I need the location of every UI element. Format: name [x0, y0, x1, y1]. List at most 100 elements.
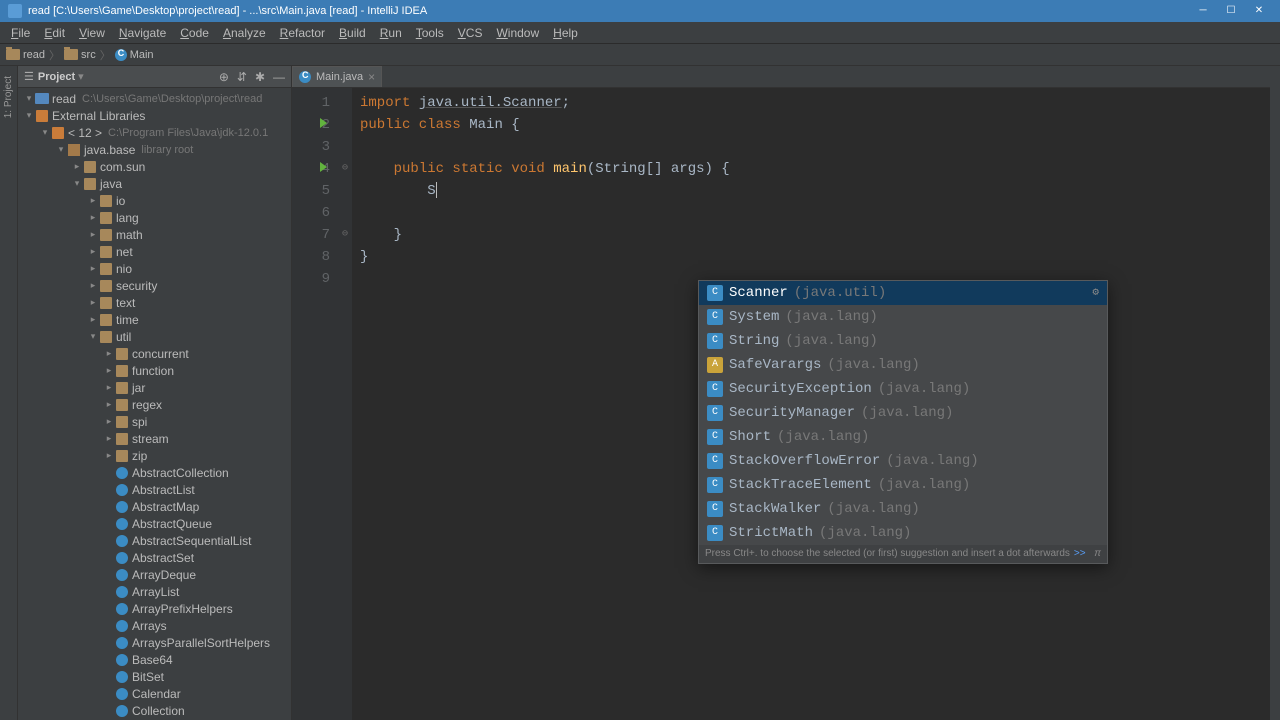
fold-marker-icon[interactable]: ⊖ [338, 224, 352, 246]
menu-code[interactable]: Code [173, 24, 216, 42]
menu-vcs[interactable]: VCS [451, 24, 490, 42]
tree-row[interactable]: Calendar [18, 685, 291, 702]
expand-chevron-icon[interactable]: ▸ [104, 365, 114, 376]
autocomplete-item[interactable]: CStackOverflowError(java.lang) [699, 449, 1107, 473]
tree-row[interactable]: ▸com.sun [18, 158, 291, 175]
autocomplete-hint-link[interactable]: >> [1074, 543, 1086, 565]
expand-chevron-icon[interactable]: ▸ [88, 280, 98, 291]
expand-chevron-icon[interactable]: ▸ [104, 348, 114, 359]
line-number[interactable]: 1 [292, 92, 330, 114]
autocomplete-item[interactable]: CSecurityManager(java.lang) [699, 401, 1107, 425]
tree-row[interactable]: ▸text [18, 294, 291, 311]
line-gutter[interactable]: 123456789 [292, 88, 338, 720]
line-number[interactable]: 5 [292, 180, 330, 202]
menu-help[interactable]: Help [546, 24, 585, 42]
fold-gutter[interactable]: ⊖⊖ [338, 88, 352, 720]
run-gutter-icon[interactable] [320, 162, 327, 172]
expand-chevron-icon[interactable]: ▸ [88, 314, 98, 325]
tree-row[interactable]: ▾java.baselibrary root [18, 141, 291, 158]
expand-chevron-icon[interactable]: ▸ [104, 433, 114, 444]
tree-row[interactable]: ArraysParallelSortHelpers [18, 634, 291, 651]
tree-row[interactable]: AbstractSequentialList [18, 532, 291, 549]
project-tool-tab[interactable]: 1: Project [3, 76, 14, 118]
locate-icon[interactable]: ⊕ [219, 70, 229, 84]
autocomplete-item[interactable]: CScanner(java.util)⚙ [699, 281, 1107, 305]
panel-dropdown-icon[interactable]: ☰ [24, 70, 34, 83]
menu-refactor[interactable]: Refactor [273, 24, 332, 42]
tree-row[interactable]: ▸regex [18, 396, 291, 413]
line-number[interactable]: 3 [292, 136, 330, 158]
tree-row[interactable]: ▸zip [18, 447, 291, 464]
breadcrumb-item[interactable]: src [64, 49, 96, 61]
editor[interactable]: 123456789 ⊖⊖ import java.util.Scanner;pu… [292, 88, 1270, 720]
tree-row[interactable]: AbstractQueue [18, 515, 291, 532]
tree-row[interactable]: AbstractMap [18, 498, 291, 515]
menu-analyze[interactable]: Analyze [216, 24, 273, 42]
tree-row[interactable]: ▸lang [18, 209, 291, 226]
panel-dropdown-chevron-icon[interactable]: ▾ [78, 70, 84, 83]
code-line[interactable]: public static void main(String[] args) { [360, 158, 730, 180]
menu-navigate[interactable]: Navigate [112, 24, 173, 42]
tree-row[interactable]: ▸stream [18, 430, 291, 447]
autocomplete-item[interactable]: CSystem(java.lang) [699, 305, 1107, 329]
line-number[interactable]: 7 [292, 224, 330, 246]
expand-chevron-icon[interactable]: ▸ [88, 212, 98, 223]
hide-icon[interactable]: — [273, 70, 285, 84]
code-line[interactable]: import java.util.Scanner; [360, 92, 730, 114]
tree-row[interactable]: ▸jar [18, 379, 291, 396]
line-number[interactable]: 6 [292, 202, 330, 224]
expand-chevron-icon[interactable]: ▸ [88, 229, 98, 240]
code-line[interactable]: public class Main { [360, 114, 730, 136]
line-number[interactable]: 8 [292, 246, 330, 268]
tree-row[interactable]: ▸nio [18, 260, 291, 277]
tree-row[interactable]: AbstractCollection [18, 464, 291, 481]
code-line[interactable]: } [360, 246, 730, 268]
autocomplete-item[interactable]: CStrictMath(java.lang) [699, 521, 1107, 545]
tree-row[interactable]: Arrays [18, 617, 291, 634]
tree-row[interactable]: ▾util [18, 328, 291, 345]
tree-row[interactable]: BitSet [18, 668, 291, 685]
expand-chevron-icon[interactable]: ▸ [72, 161, 82, 172]
expand-chevron-icon[interactable]: ▾ [24, 110, 34, 121]
tree-row[interactable]: ▸io [18, 192, 291, 209]
tree-row[interactable]: AbstractList [18, 481, 291, 498]
project-tree[interactable]: ▾readC:\Users\Game\Desktop\project\read▾… [18, 88, 291, 720]
expand-chevron-icon[interactable]: ▾ [40, 127, 50, 138]
expand-chevron-icon[interactable]: ▸ [88, 195, 98, 206]
tree-row[interactable]: ▸time [18, 311, 291, 328]
expand-chevron-icon[interactable]: ▸ [104, 382, 114, 393]
line-number[interactable]: 2 [292, 114, 330, 136]
autocomplete-item[interactable]: CString(java.lang) [699, 329, 1107, 353]
menu-view[interactable]: View [72, 24, 112, 42]
code-line[interactable] [360, 268, 730, 290]
autocomplete-item[interactable]: CSecurityException(java.lang) [699, 377, 1107, 401]
minimize-button[interactable]: ─ [1190, 2, 1216, 20]
autocomplete-item[interactable]: CStackTraceElement(java.lang) [699, 473, 1107, 497]
tree-row[interactable]: ▸net [18, 243, 291, 260]
expand-icon[interactable]: ⇵ [237, 70, 247, 84]
expand-chevron-icon[interactable]: ▸ [104, 450, 114, 461]
close-icon[interactable]: × [368, 70, 375, 84]
tree-row[interactable]: ArrayList [18, 583, 291, 600]
maximize-button[interactable]: ☐ [1218, 2, 1244, 20]
pin-icon[interactable]: ⚙ [1092, 282, 1099, 304]
menu-build[interactable]: Build [332, 24, 373, 42]
expand-chevron-icon[interactable]: ▾ [88, 331, 98, 342]
expand-chevron-icon[interactable]: ▸ [104, 416, 114, 427]
tree-row[interactable]: ▾< 12 >C:\Program Files\Java\jdk-12.0.1 [18, 124, 291, 141]
tree-row[interactable]: ▾java [18, 175, 291, 192]
autocomplete-item[interactable]: ASafeVarargs(java.lang) [699, 353, 1107, 377]
menu-run[interactable]: Run [373, 24, 409, 42]
tree-row[interactable]: ▾External Libraries [18, 107, 291, 124]
tree-row[interactable]: ▸function [18, 362, 291, 379]
code-line[interactable] [360, 136, 730, 158]
autocomplete-item[interactable]: CShort(java.lang) [699, 425, 1107, 449]
tree-row[interactable]: Base64 [18, 651, 291, 668]
menu-file[interactable]: File [4, 24, 37, 42]
editor-tab[interactable]: Main.java× [292, 66, 382, 87]
tree-row[interactable]: Collection [18, 702, 291, 719]
line-number[interactable]: 4 [292, 158, 330, 180]
settings-icon[interactable]: ✱ [255, 70, 265, 84]
close-button[interactable]: ✕ [1246, 2, 1272, 20]
expand-chevron-icon[interactable]: ▾ [72, 178, 82, 189]
